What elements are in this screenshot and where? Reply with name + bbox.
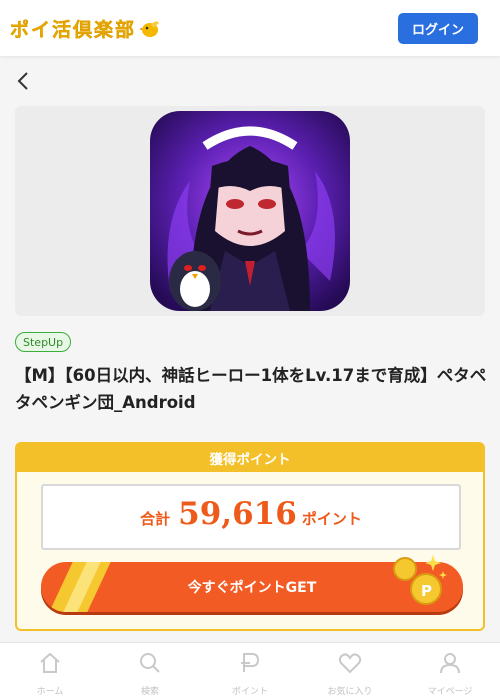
tab-home[interactable]: ホーム — [0, 643, 100, 700]
points-icon — [241, 653, 260, 672]
svg-text:P: P — [421, 582, 432, 600]
offer-title: 【M】【60日以内、神話ヒーロー1体をLv.17まで育成】ペタペタペンギン団_A… — [15, 366, 487, 412]
tab-home-label: ホーム — [36, 687, 64, 697]
back-chevron-icon[interactable] — [14, 70, 34, 92]
points-header: 獲得ポイント — [17, 444, 483, 472]
home-icon — [40, 652, 60, 673]
tab-points[interactable]: ポイント — [200, 643, 300, 700]
heart-icon — [338, 653, 362, 674]
tab-favorites[interactable]: お気に入り — [300, 643, 400, 700]
points-unit: ポイント — [301, 510, 362, 528]
coins-icon: P — [393, 555, 447, 605]
tab-mypage-label: マイページ — [427, 687, 473, 697]
app-hero — [15, 106, 485, 316]
header: ポイ活倶楽部 ログイン — [0, 0, 500, 56]
total-points-value: 59,616 — [178, 496, 297, 532]
logo-text: ポイ活倶楽部 — [10, 18, 137, 41]
stepup-badge: StepUp — [15, 332, 72, 352]
app-icon-image — [150, 111, 350, 311]
login-button[interactable]: ログイン — [398, 13, 478, 44]
tab-search-label: 検索 — [140, 687, 159, 697]
tab-search[interactable]: 検索 — [100, 643, 200, 700]
bird-logo-icon — [139, 21, 160, 37]
bottom-tabbar: ホーム 検索 ポイント お気に入り マイページ — [0, 642, 500, 700]
site-logo[interactable]: ポイ活倶楽部 — [10, 14, 161, 42]
total-points-box: 合計 59,616 ポイント — [41, 484, 461, 550]
tab-mypage[interactable]: マイページ — [400, 643, 500, 700]
total-label: 合計 — [140, 510, 171, 528]
tab-favorites-label: お気に入り — [327, 687, 373, 697]
user-icon — [440, 653, 460, 674]
search-icon — [140, 653, 160, 673]
tab-points-label: ポイント — [231, 687, 268, 697]
